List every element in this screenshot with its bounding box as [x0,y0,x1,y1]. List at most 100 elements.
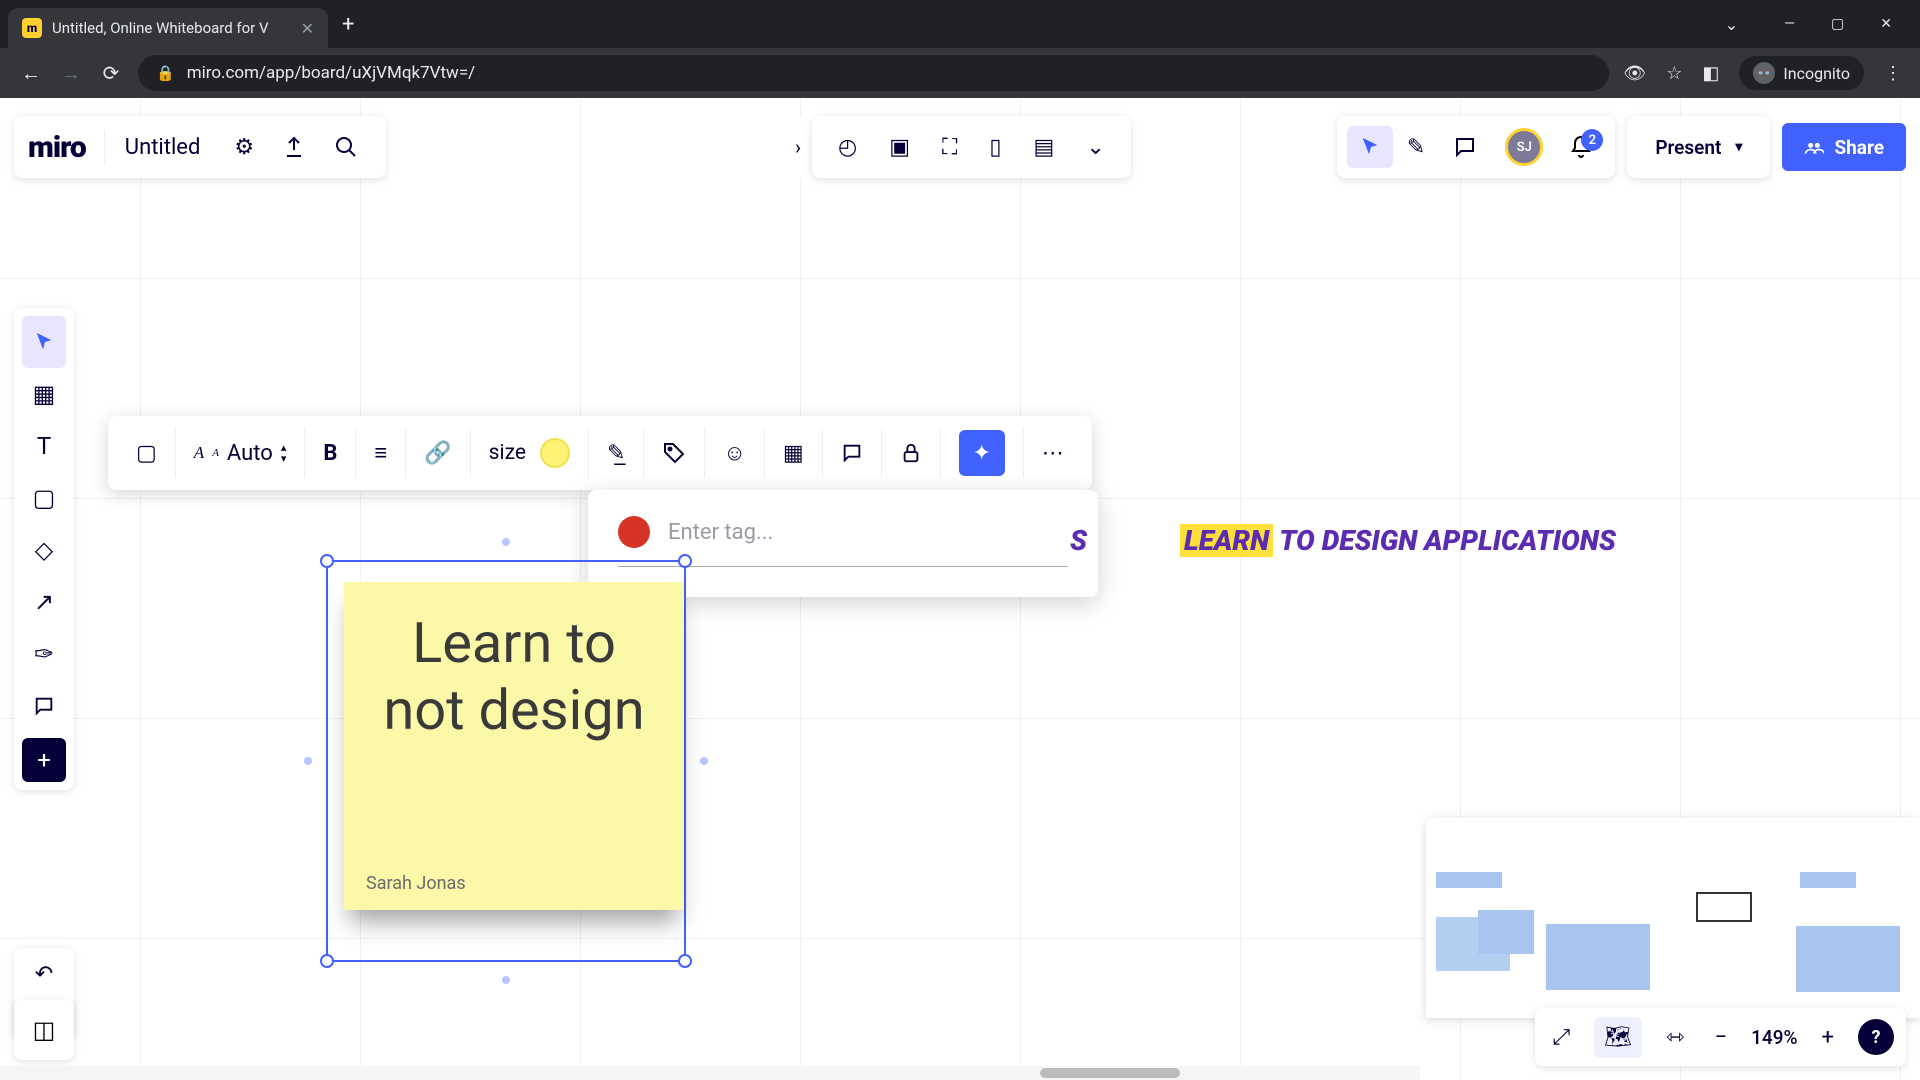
tab-title: Untitled, Online Whiteboard for V [52,19,291,37]
collapse-apps-icon[interactable]: › [786,116,810,178]
url-text: miro.com/app/board/uXjVMqk7Vtw=/ [187,63,475,83]
comment-context-button[interactable] [823,428,882,478]
ai-button[interactable]: ✦ [941,428,1024,478]
context-toolbar: ▢ AA Auto ▴▾ B ≡ 🔗 size ✎̲ ☺ ▦ ✦ ⋯ [108,416,1092,490]
note-type-picker[interactable]: ▢ [118,428,176,478]
talktrack-icon[interactable]: ▯ [973,135,1017,160]
minimap[interactable] [1426,818,1920,1018]
zoom-in-button[interactable]: + [1816,1025,1840,1050]
zoom-out-button[interactable]: − [1709,1025,1734,1050]
text-tool[interactable]: T [22,420,66,472]
back-button[interactable]: ← [18,61,44,86]
lock-button[interactable] [882,428,941,478]
window-minimize-icon[interactable]: — [1784,16,1795,32]
sticky-note[interactable]: Learn to not design Sarah Jonas [344,582,684,910]
resize-handle-br[interactable] [678,954,692,968]
eye-off-icon[interactable]: 👁 [1623,63,1646,84]
share-button[interactable]: Share [1782,123,1906,171]
connector-dot-bottom[interactable] [502,976,510,984]
lock-icon: 🔒 [156,64,175,82]
browser-tab[interactable]: m Untitled, Online Whiteboard for V ✕ [8,8,328,48]
board-header: miro Untitled ⚙ [14,116,386,178]
notification-badge: 2 [1581,129,1603,151]
more-tools-button[interactable]: + [22,738,66,782]
minimap-toggle-icon[interactable]: 🗺 [1594,1017,1642,1058]
search-icon[interactable] [320,135,372,159]
connector-dot-left[interactable] [304,757,312,765]
bookmark-star-icon[interactable]: ☆ [1666,63,1682,84]
voting-icon[interactable]: ▣ [873,135,926,160]
highlighted-word: LEARN [1180,524,1273,557]
canvas-text-fragment[interactable]: S [1070,524,1087,557]
incognito-icon: 👓 [1753,62,1775,84]
connection-tool[interactable]: ↗ [22,576,66,628]
more-options-button[interactable]: ⋯ [1024,428,1082,478]
resize-handle-bl[interactable] [320,954,334,968]
miro-logo[interactable]: miro [28,130,105,165]
zoom-controls: ⤢ 🗺 ⇿ − 149% + ? [1535,1008,1906,1066]
shapes-tool[interactable]: ◇ [22,524,66,576]
select-tool[interactable] [22,316,66,368]
reactions-icon[interactable]: ✎ [1393,135,1439,160]
frames-panel-toggle[interactable]: ◫ [14,1000,74,1060]
scrollbar-thumb[interactable] [1040,1068,1180,1078]
browser-tab-strip: m Untitled, Online Whiteboard for V ✕ + … [0,0,1920,48]
layout-button[interactable]: ▦ [765,428,823,478]
link-button[interactable]: 🔗 [406,428,470,478]
comment-tool[interactable] [22,680,66,732]
miro-favicon: m [22,18,42,38]
resize-handle-tr[interactable] [678,554,692,568]
templates-tool[interactable]: ▦ [22,368,66,420]
browser-toolbar: ← → ⟳ 🔒 miro.com/app/board/uXjVMqk7Vtw=/… [0,48,1920,98]
sticky-text[interactable]: Learn to not design [366,610,662,744]
connector-dot-right[interactable] [700,757,708,765]
estimation-icon[interactable]: ⛶ [926,135,973,160]
highlight-button[interactable]: ✎̲ [589,428,644,478]
board-title[interactable]: Untitled [105,135,221,160]
notifications-icon[interactable]: 2 [1557,135,1605,159]
tab-overflow-icon[interactable]: ⌄ [1725,15,1738,34]
font-size-control[interactable]: AA Auto ▴▾ [176,428,306,478]
comments-icon[interactable] [1439,135,1491,159]
address-bar[interactable]: 🔒 miro.com/app/board/uXjVMqk7Vtw=/ [138,55,1609,91]
present-button[interactable]: Present▾ [1637,136,1760,159]
apps-bar: ◴ ▣ ⛶ ▯ ▤ ⌄ [812,116,1131,178]
sticky-note-tool[interactable]: ▢ [22,472,66,524]
user-avatar[interactable]: SJ [1491,128,1557,166]
zoom-level[interactable]: 149% [1751,1026,1797,1049]
tag-button[interactable] [644,428,705,478]
canvas-text-learn-design[interactable]: LEARN TO DESIGN APPLICATIONS [1180,524,1616,557]
notes-icon[interactable]: ▤ [1018,135,1071,160]
window-maximize-icon[interactable]: ▢ [1831,16,1844,32]
new-tab-button[interactable]: + [342,12,354,37]
fit-width-icon[interactable]: ⇿ [1660,1025,1690,1050]
incognito-indicator[interactable]: 👓 Incognito [1739,56,1864,90]
collaboration-bar: ✎ SJ 2 Present▾ Share [1337,116,1906,178]
pen-tool[interactable]: ✑ [22,628,66,680]
note-size-picker[interactable]: size [471,428,589,478]
more-apps-icon[interactable]: ⌄ [1070,135,1120,160]
bold-button[interactable]: B [305,428,356,478]
align-button[interactable]: ≡ [356,428,406,478]
reload-button[interactable]: ⟳ [98,61,124,85]
horizontal-scrollbar[interactable] [0,1066,1420,1080]
kebab-menu-icon[interactable]: ⋮ [1884,63,1902,84]
close-tab-icon[interactable]: ✕ [301,19,314,38]
forward-button[interactable]: → [58,61,84,86]
tag-color-swatch[interactable] [618,516,650,548]
connector-dot-top[interactable] [502,538,510,546]
window-close-icon[interactable]: ✕ [1880,16,1892,32]
undo-button[interactable]: ↶ [35,954,53,994]
resize-handle-tl[interactable] [320,554,334,568]
help-button[interactable]: ? [1858,1019,1894,1055]
export-icon[interactable] [268,135,320,159]
side-panel-icon[interactable]: ◧ [1702,63,1719,84]
emoji-button[interactable]: ☺ [705,428,764,478]
cursor-tool-icon[interactable] [1347,126,1393,168]
fullscreen-icon[interactable]: ⤢ [1547,1025,1577,1050]
tools-toolbar: ▦ T ▢ ◇ ↗ ✑ + [14,308,74,790]
settings-icon[interactable]: ⚙ [220,135,268,160]
tag-input[interactable] [668,520,1068,545]
timer-icon[interactable]: ◴ [822,135,873,160]
sticky-author: Sarah Jonas [366,873,466,894]
